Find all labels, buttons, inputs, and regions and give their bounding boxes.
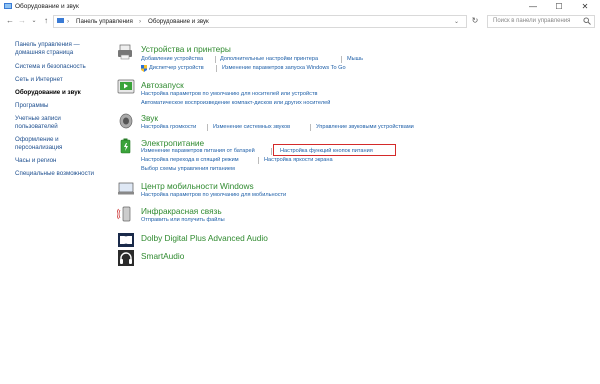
category-title-sound[interactable]: Звук (141, 113, 158, 123)
sidebar-item-user-accounts-line2[interactable]: пользователей (15, 123, 58, 131)
sidebar-item-network[interactable]: Сеть и Интернет (15, 76, 63, 84)
refresh-button[interactable]: ↻ (470, 15, 480, 27)
forward-arrow-icon: → (18, 16, 26, 25)
forward-button[interactable]: → (17, 15, 27, 27)
link-separator (271, 148, 272, 155)
back-arrow-icon: ← (6, 16, 14, 25)
link-power-plan[interactable]: Выбор схемы управления питанием (141, 166, 235, 172)
minimize-button[interactable]: — (520, 0, 546, 14)
link-add-device[interactable]: Добавление устройства (141, 56, 203, 62)
recent-pages-button[interactable]: ⌄ (29, 15, 39, 27)
link-separator (215, 56, 216, 63)
minimize-icon: — (529, 2, 537, 11)
speaker-icon (119, 113, 133, 129)
maximize-icon: ☐ (555, 2, 563, 11)
sidebar-item-hardware-sound[interactable]: Оборудование и звук (15, 89, 81, 97)
link-separator (310, 124, 311, 131)
category-title-infrared[interactable]: Инфракрасная связь (141, 206, 222, 216)
search-icon (583, 17, 591, 25)
link-device-manager[interactable]: Диспетчер устройств (149, 65, 204, 71)
sidebar-item-home-line2[interactable]: домашняя страница (15, 49, 73, 57)
link-sleep-settings[interactable]: Настройка перехода в спящий режим (141, 157, 239, 163)
link-autoplay-cds[interactable]: Автоматическое воспроизведение компакт-д… (141, 100, 330, 106)
printer-icon (118, 44, 132, 60)
link-printer-settings[interactable]: Дополнительные настройки принтера (220, 56, 318, 62)
link-windows-to-go[interactable]: Изменение параметров запуска Windows To … (222, 65, 346, 71)
control-panel-icon (57, 18, 64, 23)
refresh-icon: ↻ (471, 16, 479, 25)
category-title-mobility[interactable]: Центр мобильности Windows (141, 181, 254, 191)
link-separator (207, 124, 208, 131)
search-input[interactable]: Поиск в панели управления (487, 15, 595, 28)
link-mobility-defaults[interactable]: Настройка параметров по умолчанию для мо… (141, 192, 286, 198)
link-separator (258, 157, 259, 164)
window-title: Оборудование и звук (15, 3, 79, 10)
category-title-autoplay[interactable]: Автозапуск (141, 80, 184, 90)
up-arrow-icon: ↑ (44, 16, 48, 25)
breadcrumb-separator-icon: › (139, 18, 142, 25)
infrared-icon (117, 206, 131, 222)
link-sound-devices[interactable]: Управление звуковыми устройствами (316, 124, 414, 130)
category-title-power[interactable]: Электропитание (141, 138, 204, 148)
link-mouse[interactable]: Мышь (347, 56, 363, 62)
link-screen-brightness[interactable]: Настройка яркости экрана (264, 157, 333, 163)
sidebar-item-system-security[interactable]: Система и безопасность (15, 63, 86, 71)
control-panel-icon (4, 3, 12, 9)
link-volume[interactable]: Настройка громкости (141, 124, 196, 130)
sidebar-item-user-accounts[interactable]: Учетные записи (15, 115, 61, 123)
sidebar-item-accessibility[interactable]: Специальные возможности (15, 170, 94, 178)
search-placeholder: Поиск в панели управления (493, 18, 571, 24)
sidebar-item-appearance-line2[interactable]: персонализация (15, 144, 62, 152)
link-separator (216, 65, 217, 72)
breadcrumb-separator-icon: › (67, 18, 70, 25)
mobility-center-icon (118, 182, 134, 195)
sidebar-item-programs[interactable]: Программы (15, 102, 48, 110)
chevron-down-icon: ⌄ (31, 18, 37, 24)
shield-icon (141, 65, 147, 72)
headphones-icon (118, 250, 134, 266)
category-title-smartaudio[interactable]: SmartAudio (141, 251, 184, 261)
category-title-dolby[interactable]: Dolby Digital Plus Advanced Audio (141, 233, 268, 243)
sidebar-item-clock-region[interactable]: Часы и регион (15, 157, 56, 165)
dolby-icon (118, 233, 134, 247)
chevron-down-icon[interactable]: ⌄ (454, 18, 459, 25)
sidebar-item-home[interactable]: Панель управления — (15, 41, 80, 49)
up-button[interactable]: ↑ (41, 15, 51, 27)
sidebar-item-appearance[interactable]: Оформление и (15, 136, 59, 144)
close-button[interactable]: ✕ (572, 0, 598, 14)
power-options-icon (120, 138, 131, 154)
breadcrumb-item[interactable]: Оборудование и звук (148, 18, 209, 25)
back-button[interactable]: ← (5, 15, 15, 27)
link-system-sounds[interactable]: Изменение системных звуков (213, 124, 290, 130)
title-bar: Оборудование и звук — ☐ ✕ (0, 0, 600, 14)
highlight-frame (273, 144, 396, 156)
autoplay-icon (117, 79, 135, 94)
breadcrumb-item[interactable]: Панель управления (76, 18, 133, 25)
close-icon: ✕ (581, 2, 589, 11)
link-autoplay-defaults[interactable]: Настройка параметров по умолчанию для но… (141, 91, 317, 97)
link-separator (341, 56, 342, 63)
address-box[interactable]: › Панель управления › Оборудование и зву… (53, 15, 467, 28)
address-bar: ← → ⌄ ↑ › Панель управления › Оборудован… (0, 14, 600, 28)
link-battery-settings[interactable]: Изменение параметров питания от батарей (141, 148, 255, 154)
category-title-devices-printers[interactable]: Устройства и принтеры (141, 44, 231, 54)
maximize-button[interactable]: ☐ (546, 0, 572, 14)
link-send-receive-files[interactable]: Отправить или получить файлы (141, 217, 225, 223)
